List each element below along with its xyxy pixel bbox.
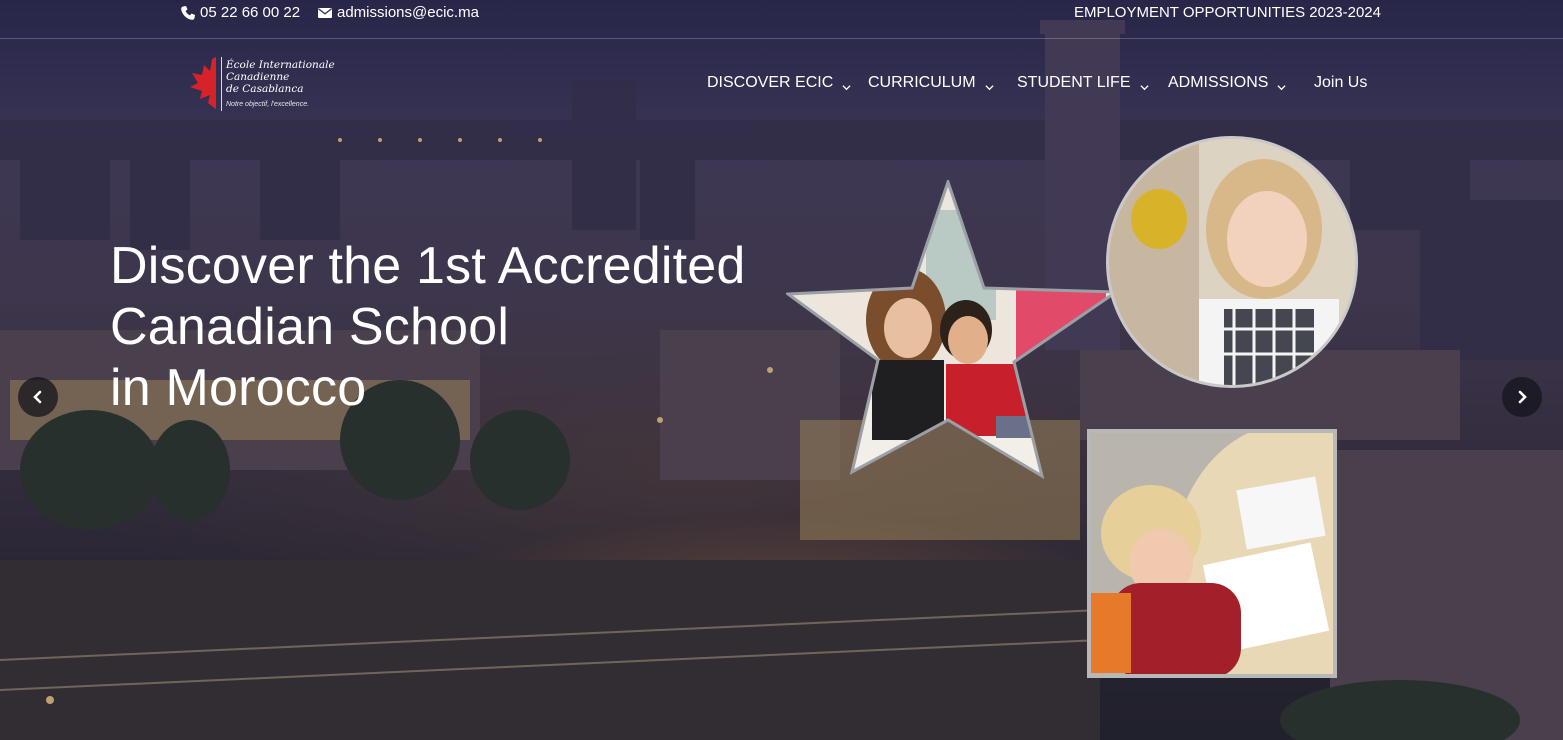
main-navigation: DISCOVER ECIC CURRICULUM STUDENT LIFE AD…	[0, 74, 1563, 96]
girl-portrait-image	[1109, 139, 1355, 385]
boy-drawing-image	[1091, 433, 1333, 674]
nav-item-discover-ecic[interactable]: DISCOVER ECIC	[707, 74, 851, 92]
logo-line-1: École Internationale	[226, 59, 335, 71]
phone-link[interactable]: 05 22 66 00 22	[180, 4, 300, 21]
chevron-down-icon	[1139, 79, 1149, 90]
chevron-left-icon	[33, 390, 42, 404]
nav-label: Join Us	[1314, 74, 1368, 91]
nav-item-student-life[interactable]: STUDENT LIFE	[1017, 74, 1149, 92]
star-photo-teacher-student	[786, 180, 1120, 480]
top-bar: 05 22 66 00 22 admissions@ecic.ma EMPLOY…	[0, 0, 1563, 39]
nav-label: DISCOVER ECIC	[707, 74, 834, 91]
nav-item-admissions[interactable]: ADMISSIONS	[1168, 74, 1287, 92]
nav-item-join-us[interactable]: Join Us	[1314, 74, 1367, 92]
chevron-down-icon	[984, 79, 994, 90]
nav-label: CURRICULUM	[868, 74, 976, 91]
headline-line-2: Canadian School	[110, 298, 510, 356]
logo-tagline: Notre objectif, l'excellence.	[226, 101, 310, 108]
carousel-prev-button[interactable]	[18, 377, 58, 417]
phone-number: 05 22 66 00 22	[200, 4, 301, 21]
email-link[interactable]: admissions@ecic.ma	[317, 4, 479, 21]
nav-label: ADMISSIONS	[1168, 74, 1269, 91]
envelope-icon	[317, 5, 333, 21]
headline-line-3: in Morocco	[110, 359, 367, 417]
circle-photo-girl	[1106, 136, 1358, 388]
chevron-right-icon	[1518, 390, 1527, 404]
carousel-next-button[interactable]	[1502, 377, 1542, 417]
hero-banner: 05 22 66 00 22 admissions@ecic.ma EMPLOY…	[0, 0, 1563, 740]
chevron-down-icon	[842, 79, 851, 90]
phone-icon	[180, 5, 196, 21]
headline-line-1: Discover the 1st Accredited	[110, 237, 746, 295]
email-address: admissions@ecic.ma	[337, 4, 479, 21]
hero-headline: Discover the 1st Accredited Canadian Sch…	[110, 236, 810, 419]
nav-item-curriculum[interactable]: CURRICULUM	[868, 74, 994, 92]
employment-link[interactable]: EMPLOYMENT OPPORTUNITIES 2023-2024	[1074, 4, 1381, 21]
nav-label: STUDENT LIFE	[1017, 74, 1131, 91]
chevron-down-icon	[1277, 79, 1287, 90]
square-photo-boy-drawing	[1087, 429, 1337, 678]
